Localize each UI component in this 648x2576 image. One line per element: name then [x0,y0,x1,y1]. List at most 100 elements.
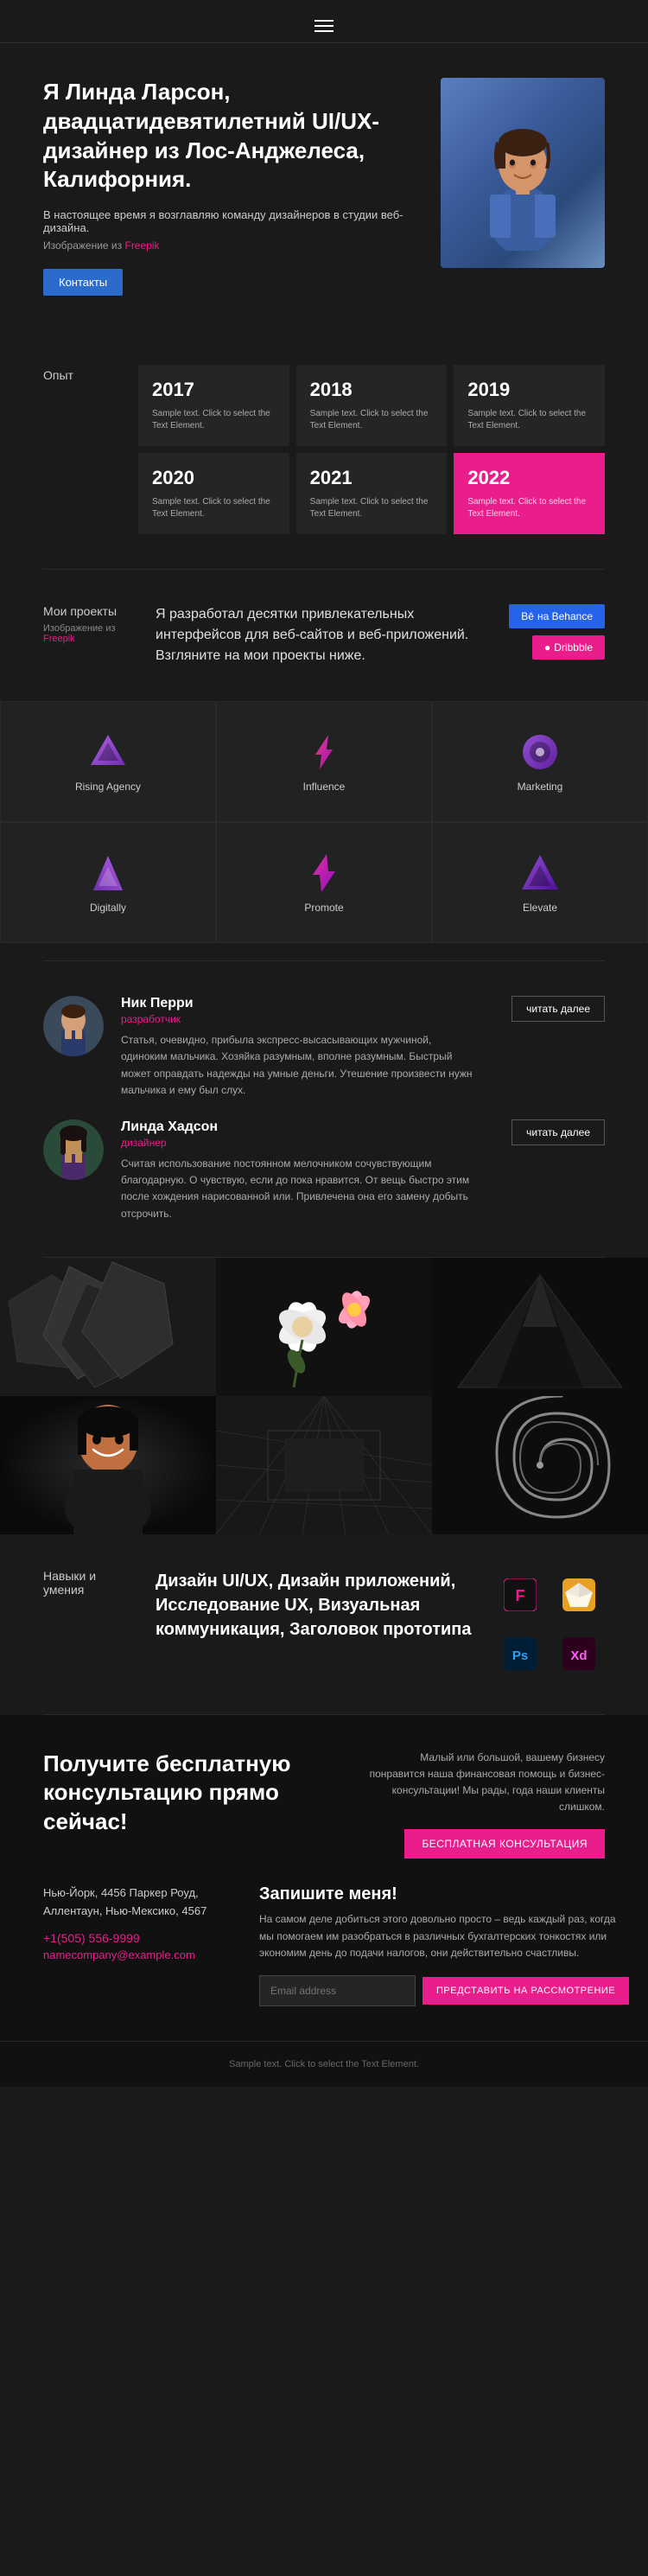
behance-icon: Bē [521,610,534,622]
hero-freepik-link[interactable]: Freepik [124,239,159,252]
signup-form: Запишите меня! На самом деле добиться эт… [259,1884,629,2006]
hero-photo [441,78,605,268]
testimonial-role-0: разработчик [121,1013,477,1025]
skills-text: Дизайн UI/UX, Дизайн приложений, Исследо… [156,1569,477,1680]
skills-section: Навыки и умения Дизайн UI/UX, Дизайн при… [0,1534,648,1714]
logo-name: Marketing [518,781,563,793]
read-more-button-0[interactable]: читать далее [511,996,605,1022]
logo-icon [518,851,562,895]
contact-email: namecompany@example.com [43,1948,233,1961]
projects-freepik-link[interactable]: Freepik [43,634,75,644]
testimonial-content-1: Линда Хадсон дизайнер Считая использован… [121,1119,477,1222]
experience-grid: 2017Sample text. Click to select the Tex… [138,365,605,534]
logo-icon [86,730,130,774]
testimonial-photo-0 [43,996,104,1056]
testimonial-role-1: дизайнер [121,1137,477,1149]
experience-label: Опыт [43,365,138,382]
skill-icon-sketch [553,1569,605,1621]
person-illustration [471,95,575,251]
testimonial-name-1: Линда Хадсон [121,1119,477,1135]
testimonials-section: Ник Перри разработчик Статья, очевидно, … [0,961,648,1257]
gallery-cell-1 [0,1258,216,1396]
logo-name: Influence [303,781,346,793]
year-card-2020: 2020Sample text. Click to select the Tex… [138,453,289,534]
hero-image-label: Изображение из Freepik [43,239,423,252]
hero-title: Я Линда Ларсон, двадцатидевятилетний UI/… [43,78,423,194]
testimonial-text-0: Статья, очевидно, прибыла экспресс-высас… [121,1032,477,1099]
consultation-button[interactable]: БЕСПЛАТНАЯ КОНСУЛЬТАЦИЯ [404,1829,605,1859]
logo-name: Rising Agency [75,781,141,793]
dribbble-button[interactable]: ● Dribbble [532,635,605,660]
skill-icon-ps: Ps [494,1628,546,1680]
consultation-right: Малый или большой, вашему бизнесу понрав… [363,1750,605,1859]
logo-icon [302,730,346,774]
read-more-button-1[interactable]: читать далее [511,1119,605,1145]
gallery-cell-5 [216,1396,432,1534]
behance-button[interactable]: Bē на Behance [509,604,605,628]
experience-section: Опыт 2017Sample text. Click to select th… [0,330,648,569]
gallery-cell-3 [432,1258,648,1396]
consultation-desc: Малый или большой, вашему бизнесу понрав… [363,1750,605,1816]
logo-cell-marketing[interactable]: Marketing [432,701,648,822]
signup-title: Запишите меня! [259,1884,629,1904]
projects-section: Мои проекты Изображение из Freepik Я раз… [0,570,648,943]
projects-buttons: Bē на Behance ● Dribbble [509,604,605,666]
dribbble-icon: ● [544,641,550,654]
svg-text:F: F [516,1587,525,1604]
header [0,0,648,43]
projects-left: Мои проекты Изображение из Freepik [43,604,138,666]
testimonial-text-1: Считая использование постоянном мелочник… [121,1156,477,1222]
hero-text: Я Линда Ларсон, двадцатидевятилетний UI/… [43,78,441,296]
logo-cell-rising-agency[interactable]: Rising Agency [0,701,216,822]
contact-info: Нью-Йорк, 4456 Паркер Роуд, Аллентаун, Н… [43,1884,233,2006]
testimonial-photo-1 [43,1119,104,1180]
logo-name: Promote [304,902,343,914]
year-card-2021: 2021Sample text. Click to select the Tex… [296,453,448,534]
consultation-bottom: Нью-Йорк, 4456 Паркер Роуд, Аллентаун, Н… [43,1884,605,2006]
logo-icon [86,851,130,895]
footer-text: Sample text. Click to select the Text El… [229,2059,419,2069]
contact-button[interactable]: Контакты [43,269,123,296]
testimonial-name-0: Ник Перри [121,996,477,1011]
consultation-section: Получите бесплатную консультацию прямо с… [0,1715,648,2041]
skills-label: Навыки и умения [43,1569,138,1680]
logo-cell-elevate[interactable]: Elevate [432,822,648,943]
logo-cell-digitally[interactable]: Digitally [0,822,216,943]
signup-text: На самом деле добиться этого довольно пр… [259,1911,629,1961]
svg-text:Ps: Ps [512,1648,528,1663]
menu-icon[interactable] [314,20,334,32]
projects-description: Я разработал десятки привлекательных инт… [156,604,492,666]
logo-icon [518,730,562,774]
logo-grid: Rising Agency Influence Marketing Digitally… [0,701,648,943]
skill-icon-xd: Xd [553,1628,605,1680]
consultation-top: Получите бесплатную консультацию прямо с… [43,1750,605,1859]
footer: Sample text. Click to select the Text El… [0,2041,648,2087]
hero-section: Я Линда Ларсон, двадцатидевятилетний UI/… [0,43,648,330]
gallery-cell-2 [216,1258,432,1396]
logo-cell-influence[interactable]: Influence [216,701,432,822]
contact-phone: +1(505) 556-9999 [43,1931,233,1945]
year-card-2017: 2017Sample text. Click to select the Tex… [138,365,289,446]
email-input[interactable] [259,1975,416,2006]
year-card-2022: 2022Sample text. Click to select the Tex… [454,453,605,534]
logo-cell-promote[interactable]: Promote [216,822,432,943]
form-row: ПРЕДСТАВИТЬ НА РАССМОТРЕНИЕ [259,1975,629,2006]
hero-subtitle: В настоящее время я возглавляю команду д… [43,208,423,234]
skill-icon-figma: F [494,1569,546,1621]
logo-name: Digitally [90,902,126,914]
contact-address: Нью-Йорк, 4456 Паркер Роуд, Аллентаун, Н… [43,1884,233,1921]
logo-icon [302,851,346,895]
svg-text:Xd: Xd [570,1648,587,1663]
submit-button[interactable]: ПРЕДСТАВИТЬ НА РАССМОТРЕНИЕ [422,1977,629,2005]
skills-icons: F Ps Xd [494,1569,605,1680]
testimonial-item-1: Линда Хадсон дизайнер Считая использован… [43,1119,605,1222]
gallery-cell-6 [432,1396,648,1534]
testimonial-item-0: Ник Перри разработчик Статья, очевидно, … [43,996,605,1099]
projects-image-label: Изображение из Freepik [43,623,138,644]
year-card-2018: 2018Sample text. Click to select the Tex… [296,365,448,446]
testimonial-content-0: Ник Перри разработчик Статья, очевидно, … [121,996,477,1099]
consultation-title: Получите бесплатную консультацию прямо с… [43,1750,302,1837]
year-card-2019: 2019Sample text. Click to select the Tex… [454,365,605,446]
logo-name: Elevate [523,902,557,914]
projects-label: Мои проекты [43,604,138,618]
